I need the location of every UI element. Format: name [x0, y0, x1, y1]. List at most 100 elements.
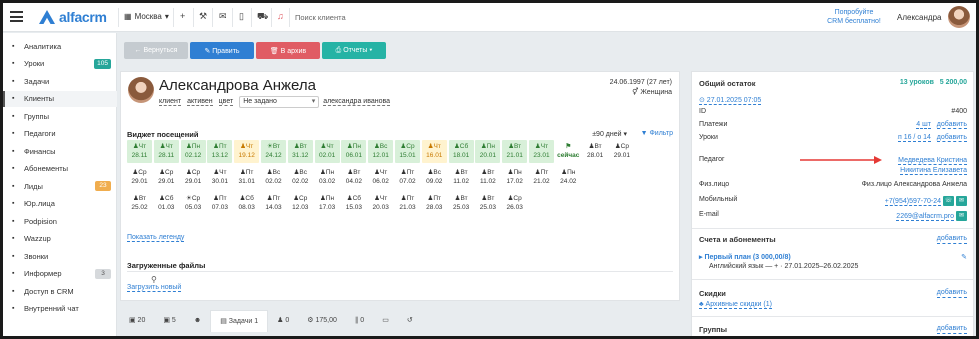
- sidebar-item-4[interactable]: ▪ Группы: [3, 108, 117, 124]
- attendance-cell[interactable]: ♟Чт 28.11: [127, 140, 152, 163]
- sidebar-item-12[interactable]: ▪ Звонки: [3, 248, 117, 264]
- attendance-cell[interactable]: ♟Вс 09.02: [421, 166, 447, 189]
- attendance-cell[interactable]: ♟Чт 16.01: [421, 140, 447, 163]
- attendance-cell[interactable]: ♟Сб 01.03: [153, 192, 179, 215]
- period-select[interactable]: ±90 дней ▾: [592, 130, 627, 138]
- attendance-cell[interactable]: ⚑ сейчас: [555, 140, 581, 163]
- promo-link[interactable]: Попробуйте CRM бесплатно!: [823, 8, 885, 26]
- pencil-icon[interactable]: ✎: [961, 253, 967, 261]
- sidebar-item-2[interactable]: ▪ Задачи: [3, 73, 117, 89]
- plus-icon[interactable]: +: [180, 11, 185, 21]
- mail-icon[interactable]: ✉: [219, 11, 227, 22]
- tab-0[interactable]: ▣ 20: [120, 310, 154, 332]
- sidebar-item-3[interactable]: ▪ Клиенты: [3, 90, 117, 107]
- attendance-cell[interactable]: ♟Вт 11.02: [448, 166, 474, 189]
- attendance-cell[interactable]: ♟Сб 08.03: [234, 192, 260, 215]
- attendance-cell[interactable]: ♟Вт 11.02: [475, 166, 501, 189]
- attendance-cell[interactable]: ♟Ср 26.03: [502, 192, 528, 215]
- plan-title[interactable]: ▸ Первый план (3 000,00/8): [699, 253, 791, 261]
- attendance-cell[interactable]: ♟Пн 17.02: [502, 166, 528, 189]
- status-select[interactable]: Не задано: [239, 96, 320, 108]
- attendance-cell[interactable]: ♟Вс 12.01: [368, 140, 394, 163]
- attendance-cell[interactable]: ♟Пт 21.02: [529, 166, 554, 189]
- attendance-cell[interactable]: ☀Вт 24.12: [261, 140, 286, 163]
- attendance-cell[interactable]: ♟Пн 17.03: [314, 192, 340, 215]
- payments-count-link[interactable]: 4 шт: [916, 121, 931, 129]
- phone-icon[interactable]: ▯: [239, 11, 244, 22]
- attendance-cell[interactable]: ♟Ср 29.01: [153, 166, 179, 189]
- attendance-cell[interactable]: ♟Пт 21.03: [395, 192, 420, 215]
- sidebar-item-11[interactable]: ▪ Wazzup: [3, 231, 117, 247]
- add-account-link[interactable]: добавить: [936, 235, 967, 244]
- attendance-cell[interactable]: ♟Чт 02.01: [314, 140, 340, 163]
- sms-icon[interactable]: ✉: [956, 196, 967, 206]
- attendance-cell[interactable]: ♟Пт 28.03: [421, 192, 447, 215]
- archive-button[interactable]: 🗑 В архив: [256, 42, 320, 59]
- attendance-cell[interactable]: ♟Пн 03.02: [314, 166, 340, 189]
- cart-icon[interactable]: ⛟: [257, 11, 268, 23]
- attendance-cell[interactable]: ♟Вт 25.03: [448, 192, 474, 215]
- teacher-link-2[interactable]: Никитина Елизавета: [900, 167, 967, 175]
- attendance-cell[interactable]: ♟Чт 19.12: [234, 140, 260, 163]
- client-avatar[interactable]: [128, 77, 154, 103]
- sidebar-item-9[interactable]: ▪ Юр.лица: [3, 196, 117, 212]
- attendance-cell[interactable]: ♟Пт 13.12: [207, 140, 233, 163]
- tab-5[interactable]: ⚙ 175,00: [298, 310, 346, 332]
- attendance-cell[interactable]: ♟Пт 07.02: [395, 166, 420, 189]
- attendance-cell[interactable]: ♟Ср 12.03: [287, 192, 313, 215]
- edit-button[interactable]: ✎ Править: [190, 42, 254, 59]
- manager-link[interactable]: александра иванова: [323, 98, 391, 106]
- balance-date-link[interactable]: ⊙ 27.01.2025 07:05: [699, 96, 762, 105]
- attendance-cell[interactable]: ♟Пн 24.02: [555, 166, 581, 189]
- tab-3[interactable]: ▤ Задачи 1: [210, 310, 269, 332]
- tab-2[interactable]: ☻: [185, 310, 210, 332]
- menu-icon[interactable]: [10, 11, 23, 22]
- back-button[interactable]: ← Вернуться: [124, 42, 188, 59]
- teacher-link-1[interactable]: Медведева Кристина: [898, 157, 967, 165]
- attendance-cell[interactable]: ♟Чт 20.03: [368, 192, 394, 215]
- attendance-cell[interactable]: ♟Пн 02.12: [180, 140, 206, 163]
- attendance-cell[interactable]: ♟Чт 23.01: [529, 140, 554, 163]
- archived-discounts-link[interactable]: ♣ Архивные скидки (1): [699, 301, 772, 309]
- tab-8[interactable]: ↺: [398, 310, 422, 332]
- attendance-cell[interactable]: ♟Пт 14.03: [261, 192, 286, 215]
- attendance-cell[interactable]: ♟Ср 15.01: [395, 140, 420, 163]
- search-input[interactable]: Поиск клиента: [295, 13, 346, 22]
- attendance-cell[interactable]: ♟Вт 28.01: [582, 140, 608, 163]
- tab-4[interactable]: ♟ 0: [268, 310, 298, 332]
- sidebar-item-0[interactable]: ▪ Аналитика: [3, 38, 117, 54]
- upload-link[interactable]: Загрузить новый: [127, 284, 182, 292]
- sidebar-item-14[interactable]: ▪ Доступ в CRM: [3, 283, 117, 299]
- attendance-cell[interactable]: ♟Ср 29.01: [127, 166, 152, 189]
- sidebar-item-6[interactable]: ▪ Финансы: [3, 143, 117, 159]
- lessons-count-link[interactable]: п 16 / о 14: [897, 134, 931, 142]
- email-link[interactable]: 2269@alfacrm.pro: [896, 212, 954, 221]
- chip-client[interactable]: клиент: [159, 98, 182, 106]
- sidebar-item-15[interactable]: ▪ Внутренний чат: [3, 301, 117, 317]
- attendance-cell[interactable]: ♟Чт 06.02: [368, 166, 394, 189]
- logo[interactable]: alfacrm: [39, 8, 107, 26]
- add-group-link[interactable]: добавить: [936, 325, 967, 334]
- mail-icon[interactable]: ✉: [956, 211, 967, 221]
- attendance-cell[interactable]: ♟Чт 30.01: [207, 166, 233, 189]
- tab-6[interactable]: ∥ 0: [346, 310, 373, 332]
- whatsapp-icon[interactable]: ☏: [943, 196, 954, 206]
- attendance-cell[interactable]: ♟Пн 06.01: [341, 140, 367, 163]
- chip-color[interactable]: цвет: [218, 98, 234, 106]
- attendance-cell[interactable]: ♟Вт 31.12: [287, 140, 313, 163]
- add-payment-link[interactable]: добавить: [936, 121, 967, 129]
- attendance-cell[interactable]: ♟Сб 15.03: [341, 192, 367, 215]
- attendance-cell[interactable]: ♟Чт 28.11: [153, 140, 179, 163]
- chip-active[interactable]: активен: [187, 98, 213, 106]
- attendance-cell[interactable]: ♟Вт 21.01: [502, 140, 528, 163]
- attendance-cell[interactable]: ♟Ср 29.01: [609, 140, 635, 163]
- attendance-cell[interactable]: ♟Вт 04.02: [341, 166, 367, 189]
- add-discount-link[interactable]: добавить: [936, 289, 967, 298]
- sidebar-item-10[interactable]: ▪ Podpision: [3, 213, 117, 229]
- avatar[interactable]: [948, 6, 970, 28]
- sidebar-item-8[interactable]: ▪ Лиды 23: [3, 178, 117, 194]
- attendance-cell[interactable]: ♟Вт 25.02: [127, 192, 152, 215]
- filter-button[interactable]: ▼ Фильтр: [641, 130, 673, 137]
- wrench-icon[interactable]: ⚒: [199, 11, 207, 22]
- sidebar-item-7[interactable]: ▪ Абонементы: [3, 161, 117, 177]
